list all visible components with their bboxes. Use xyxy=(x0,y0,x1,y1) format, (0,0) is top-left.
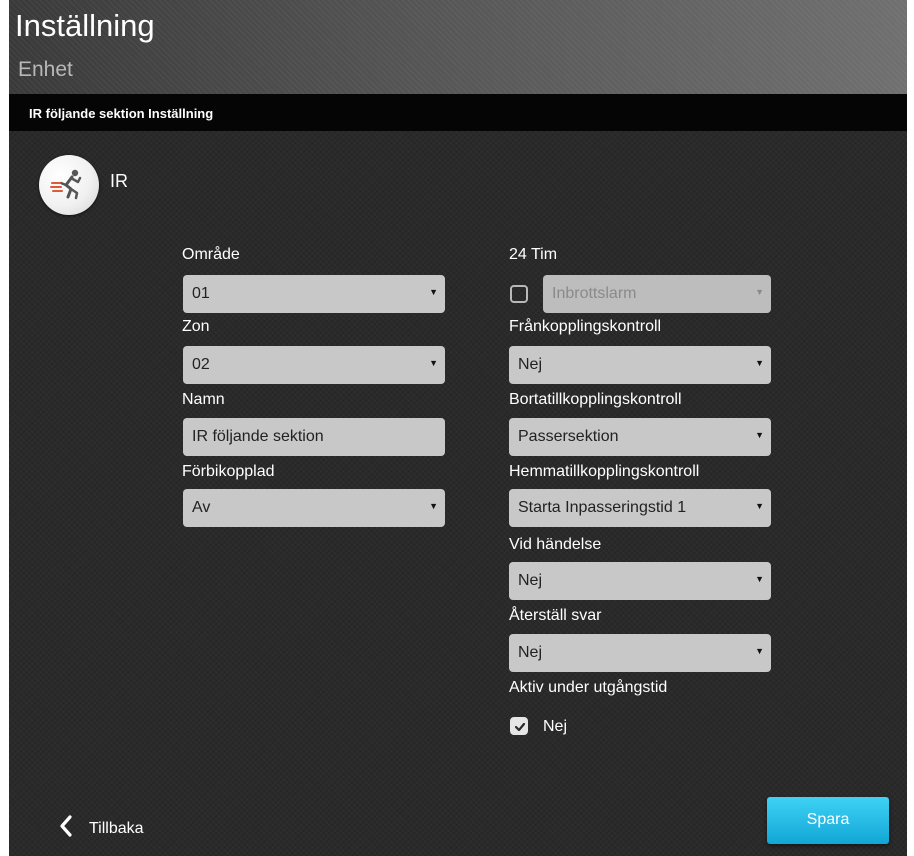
chevron-down-icon: ▼ xyxy=(755,358,764,368)
hour24-checkbox[interactable] xyxy=(510,285,528,303)
page-subtitle: Enhet xyxy=(18,58,73,81)
area-select[interactable]: 01 ▼ xyxy=(183,275,445,313)
on-event-value: Nej xyxy=(518,572,543,589)
settings-page: Inställning Enhet IR följande sektion In… xyxy=(9,0,907,856)
hour24-alarm-value: Inbrottslarm xyxy=(552,285,637,302)
zone-select-value: 02 xyxy=(192,356,210,373)
area-label: Område xyxy=(182,246,240,263)
chevron-left-icon xyxy=(60,815,72,837)
exit-time-active-label: Aktiv under utgångstid xyxy=(509,679,668,696)
chevron-down-icon: ▼ xyxy=(429,287,438,297)
name-label: Namn xyxy=(182,391,225,408)
away-arm-control-label: Bortatillkopplingskontroll xyxy=(509,391,682,408)
chevron-down-icon: ▼ xyxy=(429,358,438,368)
away-arm-control-select[interactable]: Passersektion ▼ xyxy=(509,418,771,456)
name-input[interactable]: IR följande sektion xyxy=(183,418,445,456)
check-icon xyxy=(514,722,526,732)
back-button-label: Tillbaka xyxy=(89,820,144,837)
chevron-down-icon: ▼ xyxy=(755,430,764,440)
bypass-label: Förbikopplad xyxy=(182,463,275,480)
chevron-down-icon: ▼ xyxy=(755,574,764,584)
chevron-down-icon: ▼ xyxy=(755,287,764,297)
disarm-control-select[interactable]: Nej ▼ xyxy=(509,346,771,384)
area-select-value: 01 xyxy=(192,285,210,302)
exit-time-active-value: Nej xyxy=(543,718,568,735)
device-type-label: IR xyxy=(110,171,128,191)
hour24-label: 24 Tim xyxy=(509,246,558,263)
home-arm-control-label: Hemmatillkopplingskontroll xyxy=(509,463,700,480)
bypass-select[interactable]: Av ▼ xyxy=(183,489,445,527)
away-arm-control-value: Passersektion xyxy=(518,428,619,445)
on-event-label: Vid händelse xyxy=(509,536,602,553)
bypass-select-value: Av xyxy=(192,499,211,516)
exit-time-active-checkbox[interactable] xyxy=(510,717,528,735)
section-title: IR följande sektion Inställning xyxy=(29,106,214,121)
running-person-icon xyxy=(39,155,99,215)
restore-response-select[interactable]: Nej ▼ xyxy=(509,634,771,672)
name-input-value: IR följande sektion xyxy=(192,428,324,445)
disarm-control-value: Nej xyxy=(518,356,543,373)
header-bar: Inställning Enhet xyxy=(9,0,907,94)
section-header: IR följande sektion Inställning xyxy=(9,94,907,131)
chevron-down-icon: ▼ xyxy=(755,501,764,511)
on-event-select[interactable]: Nej ▼ xyxy=(509,562,771,600)
restore-response-value: Nej xyxy=(518,644,543,661)
save-button[interactable]: Spara xyxy=(767,797,889,844)
zone-label: Zon xyxy=(182,318,210,335)
disarm-control-label: Frånkopplingskontroll xyxy=(509,318,662,335)
home-arm-control-value: Starta Inpasseringstid 1 xyxy=(518,499,687,516)
home-arm-control-select[interactable]: Starta Inpasseringstid 1 ▼ xyxy=(509,489,771,527)
chevron-down-icon: ▼ xyxy=(429,501,438,511)
page-title: Inställning xyxy=(15,8,155,43)
chevron-down-icon: ▼ xyxy=(755,646,764,656)
zone-select[interactable]: 02 ▼ xyxy=(183,346,445,384)
hour24-alarm-select[interactable]: Inbrottslarm ▼ xyxy=(543,275,771,313)
restore-response-label: Återställ svar xyxy=(509,607,602,624)
